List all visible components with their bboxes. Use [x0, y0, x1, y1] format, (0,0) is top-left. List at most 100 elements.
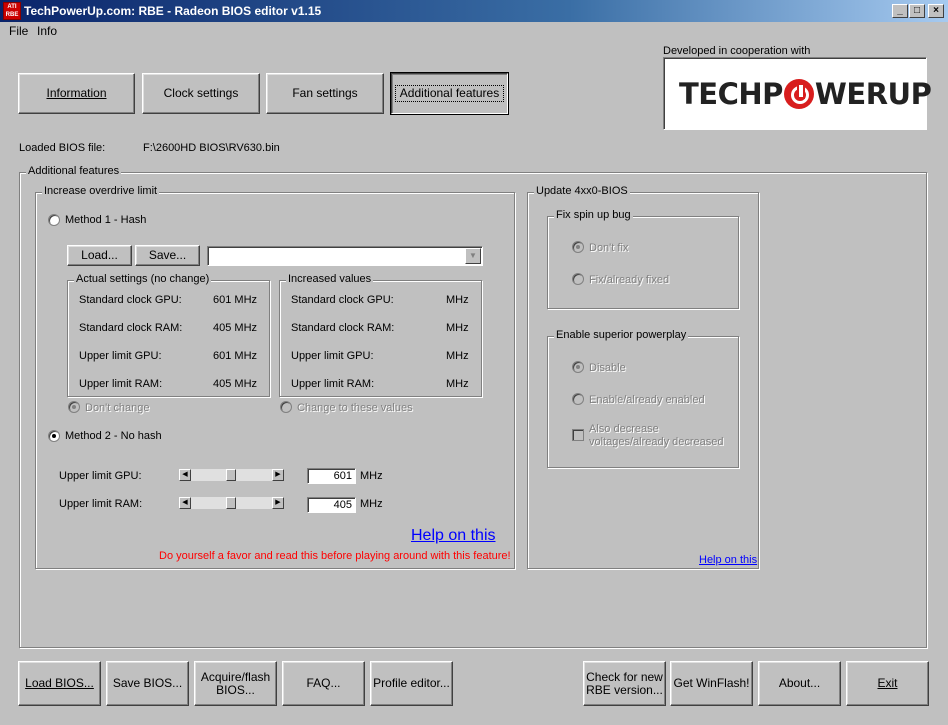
gpu-limit-input[interactable]: 601: [307, 468, 356, 484]
increased-limit-ram-label: Upper limit RAM:: [291, 378, 375, 390]
menu-file[interactable]: File: [9, 24, 28, 38]
spinup-group: Fix spin up bug: [547, 209, 739, 309]
ram-slider[interactable]: ◀ ▶: [179, 497, 284, 509]
acquire-flash-button[interactable]: Acquire/flash BIOS...: [194, 661, 277, 706]
profile-editor-button[interactable]: Profile editor...: [370, 661, 453, 706]
change-values-radio[interactable]: [280, 401, 292, 413]
enable-powerplay-label: Enable/already enabled: [589, 394, 705, 406]
upper-limit-gpu-label: Upper limit GPU:: [59, 470, 142, 482]
overdrive-legend: Increase overdrive limit: [42, 185, 160, 197]
enable-powerplay-radio[interactable]: [572, 393, 584, 405]
tab-information[interactable]: Information: [18, 73, 135, 114]
exit-label: Exit: [877, 676, 898, 690]
ram-slider-thumb[interactable]: [226, 497, 236, 509]
actual-limit-ram-value: 405 MHz: [213, 378, 258, 390]
check-version-label-1: Check for new: [586, 669, 663, 684]
method1-radio[interactable]: [48, 214, 60, 226]
window-title: TechPowerUp.com: RBE - Radeon BIOS edito…: [24, 4, 322, 18]
check-version-button[interactable]: Check for new RBE version...: [583, 661, 666, 706]
fix-label: Fix/already fixed: [589, 274, 670, 286]
additional-features-legend: Additional features: [26, 165, 122, 177]
fix-radio[interactable]: [572, 273, 584, 285]
loaded-bios-label: Loaded BIOS file:: [19, 142, 106, 154]
about-label: About...: [778, 676, 821, 690]
decrease-voltages-label-2: voltages/already decreased: [589, 436, 724, 448]
dont-fix-radio[interactable]: [572, 241, 584, 253]
gpu-limit-unit: MHz: [360, 470, 383, 482]
method2-label: Method 2 - No hash: [65, 430, 162, 442]
tab-additional-features[interactable]: Additional features: [390, 72, 509, 115]
overdrive-help-link[interactable]: Help on this: [411, 527, 496, 545]
scroll-right-icon[interactable]: ▶: [272, 469, 284, 481]
actual-std-gpu-value: 601 MHz: [213, 294, 258, 306]
faq-button[interactable]: FAQ...: [282, 661, 365, 706]
minimize-button[interactable]: _: [892, 4, 908, 18]
menu-info[interactable]: Info: [37, 24, 57, 38]
actual-limit-ram-label: Upper limit RAM:: [79, 378, 163, 390]
disable-powerplay-label: Disable: [589, 362, 626, 374]
actual-std-ram-value: 405 MHz: [213, 322, 258, 334]
upper-limit-ram-label: Upper limit RAM:: [59, 498, 143, 510]
hash-profile-combo[interactable]: ▼: [207, 246, 483, 266]
loaded-bios-path: F:\2600HD BIOS\RV630.bin: [143, 142, 280, 154]
ram-limit-input[interactable]: 405: [307, 497, 356, 513]
maximize-button[interactable]: □: [909, 4, 925, 18]
acquire-flash-label-2: BIOS...: [216, 682, 255, 697]
logo-text-right: WERUP: [814, 77, 932, 111]
increased-std-ram-value: MHz: [446, 322, 469, 334]
actual-std-gpu-label: Standard clock GPU:: [79, 294, 182, 306]
tab-fan-settings[interactable]: Fan settings: [266, 73, 384, 114]
load-bios-label: Load BIOS...: [25, 676, 94, 690]
ram-limit-unit: MHz: [360, 498, 383, 510]
get-winflash-button[interactable]: Get WinFlash!: [670, 661, 753, 706]
close-button[interactable]: ×: [928, 4, 944, 18]
about-button[interactable]: About...: [758, 661, 841, 706]
tab-clock-settings[interactable]: Clock settings: [142, 73, 260, 114]
acquire-flash-label-1: Acquire/flash: [200, 669, 271, 684]
decrease-voltages-label-1: Also decrease: [589, 423, 659, 435]
update-help-link[interactable]: Help on this: [699, 554, 757, 566]
change-values-label: Change to these values: [297, 402, 413, 414]
save-hash-button[interactable]: Save...: [135, 245, 200, 266]
scroll-left-icon[interactable]: ◀: [179, 497, 191, 509]
tab-additional-features-label: Additional features: [394, 85, 505, 102]
techpowerup-logo: TECHP WERUP: [663, 57, 932, 130]
profile-editor-label: Profile editor...: [373, 676, 450, 690]
tab-fan-settings-label: Fan settings: [292, 86, 358, 100]
save-hash-label: Save...: [148, 248, 187, 262]
exit-button[interactable]: Exit: [846, 661, 929, 706]
powerplay-legend: Enable superior powerplay: [554, 329, 689, 341]
method1-label: Method 1 - Hash: [65, 214, 147, 226]
increased-limit-gpu-value: MHz: [446, 350, 469, 362]
dont-fix-label: Don't fix: [589, 242, 629, 254]
dont-change-radio[interactable]: [68, 401, 80, 413]
app-icon[interactable]: ATI RBE: [3, 2, 21, 20]
update-bios-legend: Update 4xx0-BIOS: [534, 185, 630, 197]
scroll-right-icon[interactable]: ▶: [272, 497, 284, 509]
method2-radio[interactable]: [48, 430, 60, 442]
increased-limit-gpu-label: Upper limit GPU:: [291, 350, 374, 362]
faq-label: FAQ...: [306, 676, 341, 690]
save-bios-button[interactable]: Save BIOS...: [106, 661, 189, 706]
increased-std-ram-label: Standard clock RAM:: [291, 322, 395, 334]
load-hash-button[interactable]: Load...: [67, 245, 132, 266]
tab-clock-settings-label: Clock settings: [163, 86, 239, 100]
logo-caption: Developed in cooperation with: [663, 45, 811, 57]
increased-std-gpu-value: MHz: [446, 294, 469, 306]
load-bios-button[interactable]: Load BIOS...: [18, 661, 101, 706]
dont-change-label: Don't change: [85, 402, 150, 414]
load-hash-label: Load...: [81, 248, 118, 262]
decrease-voltages-checkbox[interactable]: [572, 429, 584, 441]
save-bios-label: Save BIOS...: [112, 676, 183, 690]
title-bar[interactable]: ATI RBE TechPowerUp.com: RBE - Radeon BI…: [0, 0, 948, 22]
disable-powerplay-radio[interactable]: [572, 361, 584, 373]
spinup-legend: Fix spin up bug: [554, 209, 633, 221]
scroll-left-icon[interactable]: ◀: [179, 469, 191, 481]
increased-limit-ram-value: MHz: [446, 378, 469, 390]
increased-std-gpu-label: Standard clock GPU:: [291, 294, 394, 306]
chevron-down-icon[interactable]: ▼: [465, 248, 481, 264]
gpu-slider[interactable]: ◀ ▶: [179, 469, 284, 481]
increased-values-legend: Increased values: [286, 273, 374, 285]
actual-settings-legend: Actual settings (no change): [74, 273, 212, 285]
gpu-slider-thumb[interactable]: [226, 469, 236, 481]
